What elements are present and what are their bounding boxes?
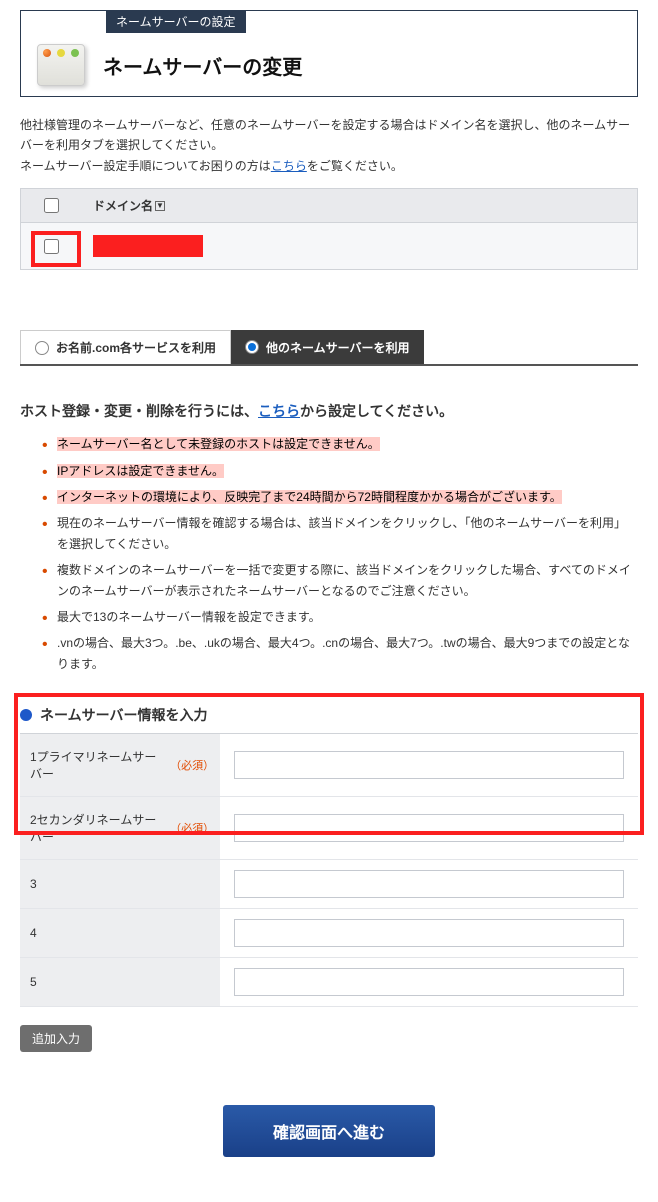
secondary-nameserver-input[interactable]	[234, 814, 624, 842]
server-settings-icon	[37, 44, 85, 86]
tab-onamae-services[interactable]: お名前.com各サービスを利用	[20, 330, 231, 364]
note-text: インターネットの環境により、反映完了まで24時間から72時間程度かかる場合がござ…	[57, 490, 562, 504]
ns-section-title: ネームサーバー情報を入力	[20, 697, 638, 734]
ns-label-3: 3	[30, 877, 37, 891]
note-text: 現在のネームサーバー情報を確認する場合は、該当ドメインをクリックし、「他のネーム…	[57, 516, 626, 550]
notes-list: ネームサーバー名として未登録のホストは設定できません。 IPアドレスは設定できま…	[45, 431, 633, 677]
select-all-checkbox[interactable]	[44, 198, 59, 213]
domain-table-header: ドメイン名 ▼	[21, 189, 637, 223]
tab-other-label: 他のネームサーバーを利用	[266, 339, 410, 356]
note-text: 最大で13のネームサーバー情報を設定できます。	[57, 610, 321, 624]
note-item: ネームサーバー名として未登録のホストは設定できません。	[45, 431, 633, 457]
sort-icon[interactable]: ▼	[155, 201, 165, 211]
intro-line2-post: をご覧ください。	[307, 159, 403, 173]
note-text: IPアドレスは設定できません。	[57, 464, 224, 478]
note-item: 最大で13のネームサーバー情報を設定できます。	[45, 604, 633, 630]
ns-label-4: 4	[30, 926, 37, 940]
ns-row-1: 1プライマリネームサーバー（必須）	[20, 734, 638, 797]
add-more-button[interactable]: 追加入力	[20, 1025, 92, 1052]
intro-line1: 他社様管理のネームサーバーなど、任意のネームサーバーを設定する場合はドメイン名を…	[20, 118, 630, 152]
nameserver-input-4[interactable]	[234, 919, 624, 947]
note-item: .vnの場合、最大3つ。.be、.ukの場合、最大4つ。.cnの場合、最大7つ。…	[45, 630, 633, 677]
header-tab: ネームサーバーの設定	[106, 10, 246, 33]
intro-line2-pre: ネームサーバー設定手順についてお困りの方は	[20, 159, 271, 173]
note-text: ネームサーバー名として未登録のホストは設定できません。	[57, 437, 380, 451]
nameserver-input-section: ネームサーバー情報を入力 1プライマリネームサーバー（必須） 2セカンダリネーム…	[20, 697, 638, 1007]
redacted-domain-name	[93, 235, 203, 257]
ns-label-2: 2セカンダリネームサーバー	[30, 811, 166, 845]
page-header-card: ネームサーバーの設定 ネームサーバーの変更	[20, 10, 638, 97]
ns-row-5: 5	[20, 958, 638, 1007]
tab-other-nameserver[interactable]: 他のネームサーバーを利用	[231, 330, 424, 364]
note-item: インターネットの環境により、反映完了まで24時間から72時間程度かかる場合がござ…	[45, 484, 633, 510]
note-item: IPアドレスは設定できません。	[45, 458, 633, 484]
highlight-checkbox-annotation	[31, 231, 81, 267]
host-note-post: から設定してください。	[300, 403, 453, 419]
required-badge: （必須）	[170, 757, 210, 773]
ns-label-1: 1プライマリネームサーバー	[30, 748, 166, 782]
bullet-icon	[20, 709, 32, 721]
note-item: 現在のネームサーバー情報を確認する場合は、該当ドメインをクリックし、「他のネーム…	[45, 510, 633, 557]
required-badge: （必須）	[170, 820, 210, 836]
ns-title-text: ネームサーバー情報を入力	[40, 705, 207, 725]
note-text: .vnの場合、最大3つ。.be、.ukの場合、最大4つ。.cnの場合、最大7つ。…	[57, 636, 630, 670]
host-registration-note: ホスト登録・変更・削除を行うには、こちらから設定してください。	[20, 401, 638, 421]
intro-text: 他社様管理のネームサーバーなど、任意のネームサーバーを設定する場合はドメイン名を…	[20, 115, 638, 176]
domain-row	[21, 223, 637, 269]
proceed-button[interactable]: 確認画面へ進む	[223, 1105, 435, 1157]
nameserver-tabs: お名前.com各サービスを利用 他のネームサーバーを利用	[20, 330, 638, 366]
radio-off-icon	[35, 341, 49, 355]
primary-nameserver-input[interactable]	[234, 751, 624, 779]
ns-row-4: 4	[20, 909, 638, 958]
nameserver-input-3[interactable]	[234, 870, 624, 898]
page-title: ネームサーバーの変更	[103, 51, 302, 80]
host-settings-link[interactable]: こちら	[258, 403, 300, 419]
ns-label-5: 5	[30, 975, 37, 989]
domain-table: ドメイン名 ▼	[20, 188, 638, 270]
proceed-wrap: 確認画面へ進む	[0, 1105, 658, 1157]
tab-onamae-label: お名前.com各サービスを利用	[56, 339, 216, 356]
domain-col-header: ドメイン名	[93, 197, 153, 214]
host-note-pre: ホスト登録・変更・削除を行うには、	[20, 403, 258, 419]
nameserver-input-5[interactable]	[234, 968, 624, 996]
note-text: 複数ドメインのネームサーバーを一括で変更する際に、該当ドメインをクリックした場合…	[57, 563, 631, 597]
ns-row-3: 3	[20, 860, 638, 909]
note-item: 複数ドメインのネームサーバーを一括で変更する際に、該当ドメインをクリックした場合…	[45, 557, 633, 604]
ns-row-2: 2セカンダリネームサーバー（必須）	[20, 797, 638, 860]
radio-on-icon	[245, 340, 259, 354]
intro-help-link[interactable]: こちら	[271, 159, 307, 173]
